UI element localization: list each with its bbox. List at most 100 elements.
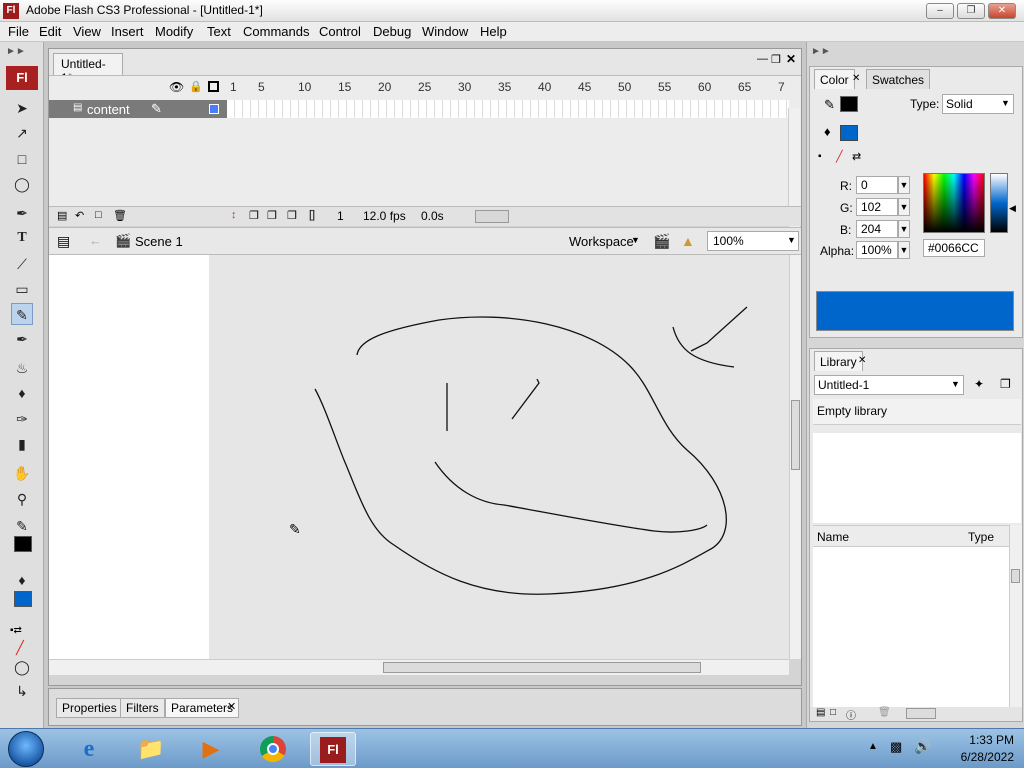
tab-color-close-icon[interactable]: ✕	[852, 73, 860, 84]
pin-library-icon[interactable]: ✦	[974, 377, 984, 391]
alpha-field[interactable]: 100%	[856, 241, 898, 259]
tab-parameters-close-icon[interactable]: ✕	[227, 700, 236, 713]
tab-library[interactable]: Library	[814, 351, 863, 371]
flash-taskbar-icon[interactable]: Fl	[310, 732, 356, 766]
brightness-bar[interactable]	[990, 173, 1008, 233]
alpha-dropdown-icon[interactable]: ▼	[898, 241, 910, 259]
tab-swatches[interactable]: Swatches	[866, 69, 931, 89]
document-tab[interactable]: Untitled-1*	[53, 53, 123, 85]
delete-icon[interactable]: 🗑	[878, 707, 891, 718]
workspace-menu[interactable]: Workspace	[569, 234, 634, 249]
chrome-icon[interactable]	[250, 732, 296, 766]
r-dropdown-icon[interactable]: ▼	[898, 176, 910, 194]
restore-button[interactable]: ❐	[957, 3, 985, 19]
zoom-select[interactable]: 100% ▼	[707, 231, 799, 251]
menu-edit[interactable]: Edit	[39, 24, 61, 39]
back-arrow-icon[interactable]: ←	[89, 233, 102, 248]
clock-time[interactable]: 1:33 PM	[969, 733, 1014, 747]
edit-scene-icon[interactable]: 🎬	[653, 233, 670, 250]
fill-color-swatch[interactable]	[14, 591, 32, 607]
type-select[interactable]: Solid ▼	[942, 94, 1014, 114]
tab-filters[interactable]: Filters	[120, 698, 165, 718]
snap-to-objects-icon[interactable]: ↳	[11, 680, 33, 702]
library-vscroll[interactable]	[1009, 525, 1022, 707]
frames-grid[interactable]	[227, 100, 789, 118]
library-dropdown-icon[interactable]: ▼	[951, 379, 960, 389]
type-dropdown-icon[interactable]: ▼	[1001, 98, 1010, 108]
hand-tool-icon[interactable]: ✋	[11, 462, 33, 484]
windows-explorer-icon[interactable]: 📁	[128, 732, 174, 766]
panel-collapse-icon[interactable]: ►►	[811, 46, 831, 57]
delete-layer-icon[interactable]: 🗑	[113, 209, 127, 222]
tab-color[interactable]: Color	[814, 69, 855, 89]
insert-folder-icon[interactable]: □	[95, 209, 102, 221]
clock-date[interactable]: 6/28/2022	[961, 750, 1014, 764]
start-button[interactable]	[8, 731, 44, 767]
rectangle-tool-icon[interactable]: ▭	[11, 278, 33, 300]
outline-icon[interactable]	[208, 81, 219, 92]
swap-colors-icon[interactable]: ▪⇄	[10, 625, 22, 636]
fill-swatch[interactable]	[840, 125, 858, 141]
col-name[interactable]: Name	[817, 530, 849, 544]
eyedropper-tool-icon[interactable]: ✑	[11, 408, 33, 430]
g-field[interactable]: 102	[856, 198, 898, 216]
menu-file[interactable]: File	[8, 24, 29, 39]
g-dropdown-icon[interactable]: ▼	[898, 198, 910, 216]
subselection-tool-icon[interactable]: ↗	[11, 122, 33, 144]
properties-icon[interactable]: ⓘ	[846, 707, 856, 722]
modify-markers-icon[interactable]: []	[309, 209, 315, 221]
library-hscroll-thumb[interactable]	[906, 708, 936, 719]
brightness-pointer-icon[interactable]: ◀	[1009, 203, 1016, 214]
free-transform-tool-icon[interactable]: □	[11, 148, 33, 170]
eraser-tool-icon[interactable]: ▮	[11, 433, 33, 455]
workspace-dropdown-icon[interactable]: ▼	[631, 235, 640, 245]
new-library-panel-icon[interactable]: ❐	[1000, 377, 1011, 391]
black-white-icon[interactable]: ▪	[818, 151, 822, 162]
menu-help[interactable]: Help	[480, 24, 507, 39]
stage-vscroll-thumb[interactable]	[791, 400, 800, 470]
b-dropdown-icon[interactable]: ▼	[898, 220, 910, 238]
r-field[interactable]: 0	[856, 176, 898, 194]
motion-guide-icon[interactable]: ↶	[75, 209, 84, 222]
insert-layer-icon[interactable]: ▤	[57, 209, 67, 222]
media-player-icon[interactable]: ▶	[188, 732, 234, 766]
menu-control[interactable]: Control	[319, 24, 361, 39]
timeline-toggle-icon[interactable]: ▤	[57, 233, 70, 250]
menu-window[interactable]: Window	[422, 24, 468, 39]
no-color-icon[interactable]: ╱	[16, 640, 24, 656]
edit-multiple-frames-icon[interactable]: ❐	[287, 209, 297, 222]
doc-restore-icon[interactable]: ❐	[771, 53, 781, 66]
lasso-tool-icon[interactable]: ◯	[11, 173, 33, 195]
timeline-hscroll-thumb[interactable]	[475, 210, 509, 223]
stroke-color-swatch[interactable]	[14, 536, 32, 552]
pencil-tool-icon[interactable]: ✎	[11, 303, 33, 325]
text-tool-icon[interactable]: T	[11, 227, 33, 249]
library-vscroll-thumb[interactable]	[1011, 569, 1020, 583]
b-field[interactable]: 204	[856, 220, 898, 238]
onion-outlines-icon[interactable]: ❐	[267, 209, 277, 222]
stage-vscroll[interactable]	[789, 255, 801, 659]
menu-debug[interactable]: Debug	[373, 24, 411, 39]
stroke-swatch[interactable]	[840, 96, 858, 112]
zoom-dropdown-icon[interactable]: ▼	[787, 235, 796, 245]
menu-view[interactable]: View	[73, 24, 101, 39]
lock-icon[interactable]: 🔒	[189, 80, 203, 93]
network-icon[interactable]: ▩	[890, 739, 902, 755]
hex-field[interactable]: #0066CC	[923, 239, 985, 257]
color-spectrum[interactable]	[923, 173, 985, 233]
stage[interactable]: ✎	[209, 255, 789, 659]
scene-name[interactable]: Scene 1	[135, 234, 183, 249]
minimize-button[interactable]: –	[926, 3, 954, 19]
selection-tool-icon[interactable]: ➤	[11, 97, 33, 119]
new-symbol-icon[interactable]: ▤	[816, 707, 825, 718]
library-document-select[interactable]: Untitled-1 ▼	[814, 375, 964, 395]
layer-row[interactable]: ▤ content ✎	[49, 100, 229, 118]
doc-close-icon[interactable]: ✕	[786, 52, 796, 66]
stage-hscroll[interactable]	[49, 659, 789, 675]
pen-tool-icon[interactable]: ✒	[11, 202, 33, 224]
internet-explorer-icon[interactable]: e	[66, 732, 112, 766]
center-frame-icon[interactable]: ↕	[231, 209, 237, 221]
onion-skin-icon[interactable]: ❐	[249, 209, 259, 222]
close-button[interactable]: ✕	[988, 3, 1016, 19]
new-folder-icon[interactable]: □	[830, 707, 836, 718]
